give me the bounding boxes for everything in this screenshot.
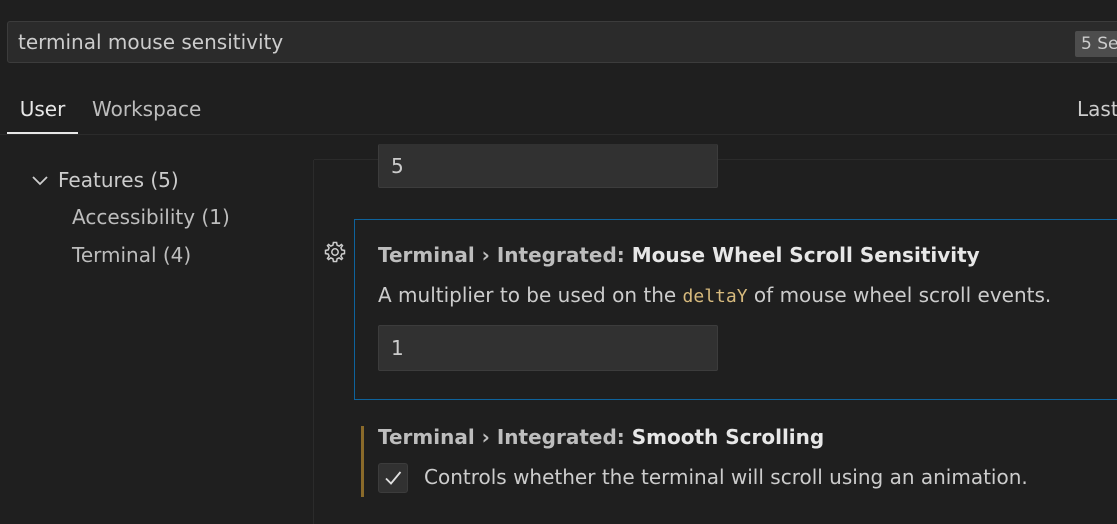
tab-user[interactable]: User	[7, 92, 78, 134]
search-input[interactable]	[18, 22, 1058, 62]
setting-name: Smooth Scrolling	[631, 425, 825, 449]
chevron-down-icon	[32, 176, 48, 186]
check-icon	[385, 471, 402, 485]
toc-item-features[interactable]: Features (5)	[30, 166, 179, 194]
desc-text-after: of mouse wheel scroll events.	[747, 283, 1052, 307]
modified-indicator	[361, 426, 364, 497]
smooth-scrolling-description: Controls whether the terminal will scrol…	[424, 465, 1028, 489]
toc-item-features-label: Features (5)	[58, 168, 179, 192]
results-count-badge: 5 Set	[1075, 31, 1117, 57]
mouse-wheel-setting-description: A multiplier to be used on the deltaY of…	[378, 281, 1051, 311]
tab-workspace[interactable]: Workspace	[92, 92, 201, 134]
desc-text-before: A multiplier to be used on the	[378, 283, 683, 307]
toc-item-accessibility[interactable]: Accessibility (1)	[72, 203, 230, 231]
setting-category: Terminal › Integrated:	[378, 243, 632, 267]
smooth-scrolling-checkbox[interactable]	[378, 463, 408, 493]
tabs-divider	[0, 134, 1117, 135]
last-synced-label: Last	[1077, 97, 1117, 121]
smooth-scrolling-setting-title: Terminal › Integrated: Smooth Scrolling	[378, 423, 824, 451]
gear-icon[interactable]	[323, 240, 347, 264]
settings-editor: 5 Set User Workspace Last Features (5) A…	[0, 0, 1117, 524]
toc-item-terminal[interactable]: Terminal (4)	[72, 241, 191, 269]
desc-code: deltaY	[682, 286, 748, 307]
panel-divider	[313, 160, 314, 524]
setting-name: Mouse Wheel Scroll Sensitivity	[631, 243, 980, 267]
setting-category: Terminal › Integrated:	[378, 425, 632, 449]
mouse-wheel-setting-title: Terminal › Integrated: Mouse Wheel Scrol…	[378, 241, 980, 269]
search-box[interactable]: 5 Set	[7, 21, 1117, 63]
mouse-wheel-sensitivity-input[interactable]: 1	[378, 325, 718, 371]
previous-setting-input[interactable]: 5	[378, 144, 718, 188]
